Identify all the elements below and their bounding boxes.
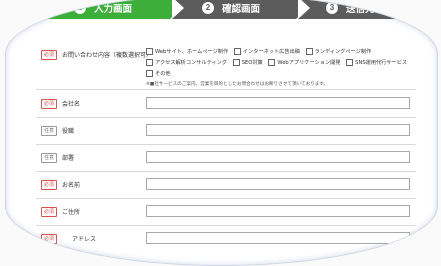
checkbox[interactable]	[146, 59, 153, 66]
inquiry-option-other[interactable]: その他	[146, 70, 171, 77]
company-label: 会社名	[62, 101, 81, 108]
checkbox[interactable]	[146, 48, 153, 55]
department-label: 部署	[62, 155, 75, 162]
position-input[interactable]	[146, 124, 410, 136]
inquiry-row: 必須 お問い合わせ内容（複数選択可） Webサイト、ホームページ制作 インターネ…	[36, 43, 416, 90]
field-row-email: 必須 アドレス	[36, 226, 416, 252]
step-number-2: 2	[202, 2, 214, 14]
inquiry-note: ※■社サービスのご案内、営業を目的としたお問合わせはお断りさせて頂いております。	[146, 82, 329, 87]
screenshot-stage: 1 入力画面 2 確認画面 3 送信完了 必須 お問い合わせ内容（複数選択可） …	[0, 0, 441, 266]
form-progress-steps: 1 入力画面 2 確認画面 3 送信完了	[6, 0, 437, 23]
email-label: アドレス	[72, 236, 97, 243]
inquiry-option-lp[interactable]: ランディングページ制作	[305, 48, 371, 55]
step-label-confirm: 確認画面	[222, 4, 261, 15]
contact-form: 1 入力画面 2 確認画面 3 送信完了 必須 お問い合わせ内容（複数選択可） …	[6, 0, 437, 265]
step-complete: 3 送信完了	[298, 0, 437, 19]
step-label-input: 入力画面	[94, 4, 133, 15]
name-label: お名前	[62, 182, 81, 189]
step-label-complete: 送信完了	[346, 4, 385, 15]
address-label: ご住所	[62, 209, 81, 216]
required-badge: 必須	[41, 207, 57, 217]
position-label: 役職	[62, 128, 75, 135]
required-badge: 必須	[41, 50, 57, 60]
checkbox[interactable]	[346, 59, 354, 66]
checkbox[interactable]	[268, 59, 276, 66]
checkbox[interactable]	[146, 70, 153, 77]
name-input[interactable]	[146, 178, 410, 190]
page-viewport: 1 入力画面 2 確認画面 3 送信完了 必須 お問い合わせ内容（複数選択可） …	[5, 0, 438, 266]
optional-badge: 任意	[41, 126, 57, 136]
inquiry-option-seo[interactable]: SEO対策	[232, 59, 263, 66]
inquiry-option-ads[interactable]: インターネット広告出稿	[233, 48, 300, 55]
field-row-company: 必須 会社名	[36, 91, 416, 118]
field-row-position: 任意 役職	[36, 118, 416, 145]
required-badge: 必須	[41, 180, 57, 190]
step-input: 1 入力画面	[40, 0, 182, 19]
checkbox[interactable]	[305, 48, 313, 55]
company-input[interactable]	[146, 97, 410, 109]
inquiry-options: Webサイト、ホームページ制作 インターネット広告出稿 ランディングページ制作 …	[146, 47, 416, 90]
inquiry-option-sns[interactable]: SNS運用代行サービス	[346, 59, 407, 66]
address-input[interactable]	[146, 205, 410, 217]
optional-badge: 任意	[41, 153, 57, 163]
inquiry-option-webapp[interactable]: Webアプリケーション開発	[268, 59, 341, 66]
inquiry-label: お問い合わせ内容（複数選択可）	[62, 52, 153, 59]
required-badge: 必須	[41, 99, 57, 109]
required-badge: 必須	[41, 234, 57, 244]
checkbox[interactable]	[232, 59, 240, 66]
step-number-3: 3	[326, 2, 338, 14]
field-row-address: 必須 ご住所	[36, 199, 416, 226]
field-row-department: 任意 部署	[36, 145, 416, 172]
inquiry-option-analytics[interactable]: アクセス解析コンサルティング	[146, 59, 227, 66]
email-input[interactable]	[146, 232, 410, 244]
step-confirm: 2 確認画面	[172, 0, 308, 19]
inquiry-option-web[interactable]: Webサイト、ホームページ制作	[146, 48, 228, 55]
step-number-1: 1	[74, 2, 86, 14]
department-input[interactable]	[146, 151, 410, 163]
checkbox[interactable]	[233, 48, 241, 55]
field-row-name: 必須 お名前	[36, 172, 416, 199]
